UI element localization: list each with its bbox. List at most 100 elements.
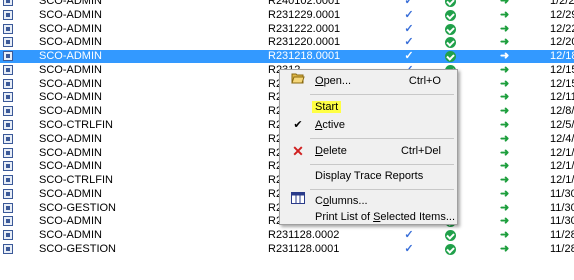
folder-open-icon	[290, 72, 306, 91]
date-cell: 11/28	[550, 229, 574, 242]
menu-separator	[310, 94, 454, 95]
menu-trace-label: Display Trace Reports	[315, 170, 424, 182]
date-cell: 12/22	[550, 22, 574, 35]
job-icon	[3, 202, 17, 215]
menu-delete-label: Delete	[315, 145, 347, 157]
menu-item-print-list[interactable]: Print List of Selected Items...	[282, 208, 455, 227]
user-cell: SCO-ADMIN	[39, 105, 102, 118]
date-cell: 12/15	[550, 77, 574, 90]
user-cell: SCO-GESTION	[39, 243, 117, 256]
table-row[interactable]: SCO-ADMIN R231229.0001 ✓ ➜ 12/29	[0, 9, 574, 22]
job-icon	[3, 119, 17, 132]
arrow-right-icon: ➜	[500, 201, 510, 214]
arrow-right-icon: ➜	[500, 0, 510, 7]
table-row[interactable]: SCO-ADMIN R231218.0001 ✓ ➜ 12/18	[0, 50, 574, 64]
table-row[interactable]: SCO-ADMIN R231128.0002 ✓ ➜ 11/28	[0, 229, 574, 242]
table-row[interactable]: SCO-ADMIN R231222.0001 ✓ ➜ 12/22	[0, 23, 574, 36]
date-cell: 12/20	[550, 36, 574, 49]
date-cell: 12/8/	[550, 105, 574, 118]
job-icon	[3, 105, 17, 118]
arrow-right-icon: ➜	[500, 105, 510, 118]
arrow-right-icon: ➜	[500, 243, 510, 256]
job-id-cell: R231128.0001	[268, 243, 340, 256]
arrow-right-icon: ➜	[500, 8, 510, 21]
arrow-right-icon: ➜	[500, 132, 510, 145]
date-cell: 12/15	[550, 63, 574, 76]
status-ok-icon	[445, 0, 459, 8]
arrow-right-icon: ➜	[500, 119, 510, 132]
menu-item-active[interactable]: ✔ Active	[282, 116, 455, 135]
arrow-right-icon: ➜	[500, 36, 510, 49]
user-cell: SCO-ADMIN	[39, 215, 102, 228]
job-icon	[3, 78, 17, 91]
arrow-right-icon: ➜	[500, 77, 510, 90]
menu-item-display-trace-reports[interactable]: Display Trace Reports	[282, 167, 455, 186]
job-icon	[3, 9, 17, 22]
date-cell: 12/11	[550, 91, 574, 104]
job-id-cell: R240102.0001	[268, 0, 341, 7]
user-cell: SCO-ADMIN	[39, 77, 102, 90]
menu-open-label: Open...	[315, 75, 352, 87]
job-icon	[3, 147, 17, 160]
job-icon	[3, 133, 17, 146]
job-icon	[3, 229, 17, 242]
status-ok-icon	[445, 243, 459, 256]
job-id-cell: R231229.0001	[268, 8, 341, 21]
job-icon	[3, 174, 17, 187]
status-ok-icon	[445, 50, 459, 63]
menu-item-delete[interactable]: ✕ Delete Ctrl+Del	[282, 142, 455, 161]
status-ok-icon	[445, 23, 459, 36]
checkmark-icon: ✓	[404, 8, 414, 21]
user-cell: SCO-CTRLFIN	[39, 119, 113, 132]
status-ok-icon	[445, 36, 459, 49]
job-icon	[3, 23, 17, 36]
menu-separator	[310, 164, 454, 165]
user-cell: SCO-ADMIN	[39, 132, 102, 145]
arrow-right-icon: ➜	[500, 22, 510, 35]
user-cell: SCO-ADMIN	[39, 91, 102, 104]
table-row[interactable]: SCO-GESTION R231128.0001 ✓ ➜ 11/28	[0, 243, 574, 256]
checkmark-icon: ✔	[293, 119, 303, 131]
menu-delete-shortcut: Ctrl+Del	[400, 145, 441, 157]
arrow-right-icon: ➜	[500, 215, 510, 228]
checkmark-icon: ✓	[404, 22, 414, 35]
user-cell: SCO-GESTION	[39, 201, 117, 214]
menu-start-label: Start	[312, 101, 342, 113]
menu-separator	[310, 138, 454, 139]
context-menu: Open... Ctrl+O Start ✔ Active ✕ Delete C…	[279, 69, 458, 225]
user-cell: SCO-ADMIN	[39, 8, 102, 21]
date-cell: 1/2/2	[550, 0, 574, 7]
user-cell: SCO-ADMIN	[39, 0, 102, 7]
date-cell: 12/4/	[550, 132, 574, 145]
job-id-cell: R231128.0002	[268, 229, 340, 242]
user-cell: SCO-ADMIN	[39, 22, 102, 35]
checkmark-icon: ✓	[404, 229, 414, 242]
status-ok-icon	[445, 9, 459, 22]
job-icon	[3, 0, 17, 8]
menu-item-start[interactable]: Start	[282, 98, 455, 117]
date-cell: 12/18	[550, 50, 574, 63]
job-icon	[3, 64, 17, 77]
user-cell: SCO-ADMIN	[39, 50, 102, 63]
arrow-right-icon: ➜	[500, 174, 510, 187]
menu-item-open[interactable]: Open... Ctrl+O	[282, 72, 455, 91]
x-icon: ✕	[292, 143, 304, 159]
job-icon	[3, 243, 17, 256]
job-id-cell: R231220.0001	[268, 36, 341, 49]
arrow-right-icon: ➜	[500, 63, 510, 76]
arrow-right-icon: ➜	[500, 160, 510, 173]
date-cell: 12/1/	[550, 174, 574, 187]
date-cell: 12/5/	[550, 119, 574, 132]
job-icon	[3, 160, 17, 173]
job-icon	[3, 188, 17, 201]
table-row[interactable]: SCO-ADMIN R240102.0001 ✓ ➜ 1/2/2	[0, 0, 574, 8]
user-cell: SCO-ADMIN	[39, 63, 102, 76]
job-icon	[3, 91, 17, 104]
arrow-right-icon: ➜	[500, 50, 510, 63]
date-cell: 11/30	[550, 187, 574, 200]
table-row[interactable]: SCO-ADMIN R231220.0001 ✓ ➜ 12/20	[0, 36, 574, 49]
date-cell: 12/1/	[550, 160, 574, 173]
date-cell: 11/28	[550, 243, 574, 256]
arrow-right-icon: ➜	[500, 229, 510, 242]
job-id-cell: R231218.0001	[268, 50, 341, 63]
